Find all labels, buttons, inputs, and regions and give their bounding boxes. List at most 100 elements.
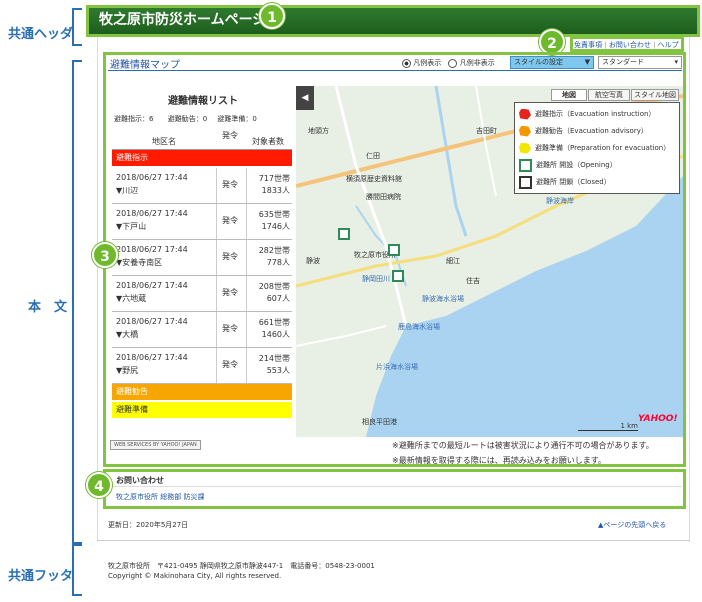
legend-label: 避難所 開設（Opening） — [536, 161, 617, 169]
yahoo-credit[interactable]: WEB SERVICES BY YAHOO! JAPAN — [110, 440, 201, 450]
place-label: 勝間田病院 — [366, 193, 401, 201]
place-label: 相良平田港 — [362, 418, 397, 426]
badge-1: 1 — [259, 3, 285, 29]
footer-address: 牧之原市役所 〒421-0495 静岡県牧之原市静波447-1 電話番号：054… — [108, 562, 375, 570]
column-divider — [216, 348, 217, 383]
area-name: ▼六地蔵 — [116, 294, 147, 303]
bracket-footer — [72, 544, 82, 596]
group-junbi[interactable]: 避難準備 — [112, 402, 292, 418]
footer-divider — [97, 540, 690, 541]
place-label: 片浜海水浴場 — [376, 363, 418, 371]
issue-status: 発令 — [222, 252, 238, 261]
legend-hide-label[interactable]: 凡例非表示 — [460, 59, 495, 67]
column-divider — [216, 204, 217, 239]
yahoo-logo: YAHOO! — [638, 414, 678, 424]
area-date: 2018/06/27 17:44 — [116, 173, 188, 182]
group-shiji[interactable]: 避難指示 — [112, 150, 292, 166]
area-date: 2018/06/27 17:44 — [116, 281, 188, 290]
header-bar[interactable]: 牧之原市防災ホームページ — [89, 8, 697, 34]
list-item[interactable]: 2018/06/27 17:44 ▼安養寺南区 発令 282世帯 778人 — [112, 240, 292, 276]
list-item[interactable]: 2018/06/27 17:44 ▼川辺 発令 717世帯 1833人 — [112, 168, 292, 204]
legend-toggle: 凡例表示 凡例非表示 — [402, 58, 495, 68]
contact-link[interactable]: お問い合わせ — [609, 41, 651, 49]
list-counts: 避難指示：6 避難勧告：0 避難準備：0 — [114, 114, 294, 124]
map-canvas[interactable]: 仁田 横須原歴史資料館 勝間田病院 吉田町 細江 住吉 静波海岸 牧之原市役所 … — [296, 86, 683, 437]
shelter-marker[interactable] — [388, 244, 400, 256]
contact-title: お問い合わせ — [116, 476, 164, 485]
style-value-select[interactable]: スタンダード ▾ — [598, 56, 682, 69]
place-label: 住吉 — [466, 277, 480, 285]
issue-status: 発令 — [222, 324, 238, 333]
disclaimer-link[interactable]: 免責事項 — [574, 41, 602, 49]
side-label-footer: 共通フッタ — [8, 569, 74, 584]
evac-list-panel: 避難情報リスト 避難指示：6 避難勧告：0 避難準備：0 地区名 発令 対象者数… — [112, 86, 294, 436]
area-swatch-icon — [519, 142, 531, 154]
contact-dept-link[interactable]: 牧之原市役所 総務部 防災課 — [116, 492, 204, 502]
area-name: ▼下戸山 — [116, 222, 147, 231]
legend-label: 避難準備（Preparation for evacuation） — [535, 144, 671, 152]
legend-label: 避難勧告（Evacuation advisory） — [535, 127, 648, 135]
households-count: 635世帯 — [258, 210, 290, 219]
area-swatch-icon — [519, 108, 531, 120]
chevron-down-icon: ▼ — [584, 58, 590, 66]
list-item[interactable]: 2018/06/27 17:44 ▼野尻 発令 214世帯 553人 — [112, 348, 292, 384]
column-divider — [216, 276, 217, 311]
group-kankoku[interactable]: 避難勧告 — [112, 384, 292, 400]
map-tab-map[interactable]: 地図 — [551, 89, 587, 101]
util-links: 免責事項 | お問い合わせ | ヘルプ — [574, 41, 679, 49]
column-divider — [216, 312, 217, 347]
issue-status: 発令 — [222, 360, 238, 369]
list-item[interactable]: 2018/06/27 17:44 ▼大橋 発令 661世帯 1460人 — [112, 312, 292, 348]
page-title[interactable]: 牧之原市防災ホームページ — [99, 12, 266, 28]
people-count: 1460人 — [261, 330, 290, 339]
households-count: 661世帯 — [258, 318, 290, 327]
road — [296, 325, 387, 347]
place-label: 静波 — [306, 257, 320, 265]
help-link[interactable]: ヘルプ — [658, 41, 679, 49]
river — [434, 86, 468, 237]
column-divider — [246, 276, 247, 311]
area-date: 2018/06/27 17:44 — [116, 209, 188, 218]
legend-show-radio[interactable] — [402, 58, 411, 68]
count-junbi: 避難準備：0 — [217, 115, 257, 123]
list-header-row: 地区名 発令 対象者数 — [112, 130, 292, 150]
contact-highlight — [103, 469, 686, 509]
updated-date: 更新日：2020年5月27日 — [108, 521, 189, 529]
route-note: ※避難所までの最短ルートは被害状況により通行不可の場合があります。 — [392, 441, 654, 450]
legend-item: 避難指示（Evacuation instruction） — [519, 107, 675, 124]
shelter-marker[interactable] — [338, 228, 350, 240]
legend-hide-radio[interactable] — [448, 58, 458, 68]
issue-status: 発令 — [222, 180, 238, 189]
map-tab-style[interactable]: スタイル地図 — [631, 89, 679, 101]
households-count: 214世帯 — [258, 354, 290, 363]
place-label: 静岡田川 — [362, 275, 390, 283]
map-scale: 1 km — [578, 422, 638, 431]
place-label: 静波海岸 — [546, 197, 574, 205]
place-label: 仁田 — [366, 152, 380, 160]
legend-show-label[interactable]: 凡例表示 — [413, 59, 441, 67]
legend-label: 避難所 閉鎖（Closed） — [536, 178, 611, 186]
bracket-body — [72, 60, 82, 544]
shelter-marker[interactable] — [392, 270, 404, 282]
shelter-icon — [519, 158, 532, 172]
badge-3: 3 — [92, 242, 118, 268]
style-select[interactable]: スタイルの設定 ▼ — [510, 56, 594, 69]
list-item[interactable]: 2018/06/27 17:44 ▼六地蔵 発令 208世帯 607人 — [112, 276, 292, 312]
panel-collapse-button[interactable]: ◀ — [296, 86, 314, 110]
place-label: 吉田町 — [476, 127, 497, 135]
place-label: 細江 — [446, 257, 460, 265]
reload-note: ※最新情報を取得する際には、再読み込みをお願いします。 — [392, 456, 606, 465]
shelter-icon — [519, 175, 532, 189]
people-count: 553人 — [266, 366, 290, 375]
list-item[interactable]: 2018/06/27 17:44 ▼下戸山 発令 635世帯 1746人 — [112, 204, 292, 240]
map-tab-aerial[interactable]: 航空写真 — [588, 89, 630, 101]
side-label-body: 本 文 — [28, 300, 68, 315]
col-issue-header: 発令 — [222, 131, 238, 140]
back-to-top-link[interactable]: ▲ページの先頭へ戻る — [598, 520, 666, 530]
map-section-title: 避難情報マップ — [110, 60, 180, 71]
households-count: 208世帯 — [258, 282, 290, 291]
issue-status: 発令 — [222, 216, 238, 225]
issue-status: 発令 — [222, 288, 238, 297]
place-label: 地頭方 — [308, 127, 329, 135]
place-label: 静波海水浴場 — [422, 295, 464, 303]
